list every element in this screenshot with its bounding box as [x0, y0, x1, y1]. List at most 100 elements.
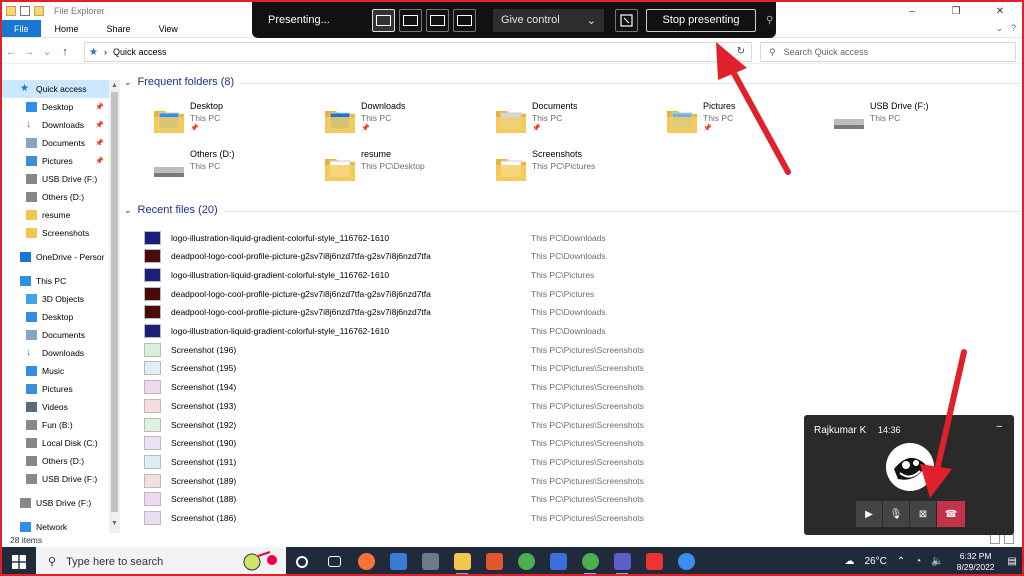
scrollbar-thumb[interactable] [111, 92, 118, 512]
windows-start-button[interactable] [2, 547, 36, 574]
folder-tile[interactable]: Pictures This PC 📌 [665, 101, 835, 141]
volume-icon[interactable]: 🔈 [931, 556, 943, 567]
sidebar-scrollbar[interactable]: ▲ ▼ [109, 80, 120, 533]
taskbar-app[interactable] [638, 547, 670, 574]
expand-ribbon-icon[interactable]: ⌄ [995, 23, 1003, 34]
frequent-folders-header[interactable]: ⌄ Frequent folders (8) [124, 76, 234, 88]
sidebar-item[interactable]: OneDrive - Persor [2, 248, 120, 266]
hang-up-button[interactable]: ☎ [937, 501, 965, 527]
weather-icon[interactable]: ☁ [844, 556, 854, 567]
taskbar-app[interactable] [542, 547, 574, 574]
mic-button[interactable]: 🎙 [883, 501, 909, 527]
recent-files-header[interactable]: ⌄ Recent files (20) [124, 204, 218, 216]
sidebar-item[interactable]: Fun (B:) [2, 416, 120, 434]
layout-reporter-button[interactable] [453, 8, 476, 32]
file-row[interactable]: logo-illustration-liquid-gradient-colorf… [144, 322, 1022, 341]
taskbar-app[interactable] [382, 547, 414, 574]
clock[interactable]: 6:32 PM 8/29/2022 [957, 551, 995, 573]
weather-temp[interactable]: 26°C [864, 556, 886, 567]
taskbar-app[interactable] [478, 547, 510, 574]
sidebar-item[interactable]: Documents 📌 [2, 134, 120, 152]
sidebar-item[interactable]: This PC [2, 272, 120, 290]
taskbar-app[interactable] [446, 547, 478, 574]
layout-content-only-button[interactable] [372, 8, 395, 32]
tab-view[interactable]: View [145, 20, 192, 37]
file-row[interactable]: Screenshot (196) This PC\Pictures\Screens… [144, 340, 1022, 359]
sidebar-item[interactable]: USB Drive (F:) [2, 170, 120, 188]
properties-icon[interactable] [20, 6, 30, 16]
pin-icon[interactable]: 📌 [95, 121, 104, 129]
layout-side-by-side-button[interactable] [426, 8, 449, 32]
minimize-button[interactable]: – [890, 2, 934, 20]
large-icons-view-icon[interactable] [1004, 534, 1014, 544]
sidebar-item[interactable]: ↓ Downloads [2, 344, 120, 362]
sidebar-item[interactable]: Local Disk (C:) [2, 434, 120, 452]
tab-file[interactable]: File [2, 20, 41, 37]
new-folder-icon[interactable] [34, 6, 44, 16]
search-input[interactable]: ⚲ Search Quick access [760, 42, 1016, 62]
camera-button[interactable]: ▶ [856, 501, 882, 527]
up-arrow-icon[interactable]: ↑ [56, 46, 74, 58]
sidebar-item[interactable]: ↓ Downloads 📌 [2, 116, 120, 134]
taskbar-app[interactable] [510, 547, 542, 574]
breadcrumb[interactable]: Quick access [113, 47, 167, 57]
file-row[interactable]: Screenshot (193) This PC\Pictures\Screens… [144, 396, 1022, 415]
file-row[interactable]: deadpool-logo-cool-profile-picture-g2sv7… [144, 303, 1022, 322]
sidebar-item[interactable]: Others (D:) [2, 188, 120, 206]
file-row[interactable]: logo-illustration-liquid-gradient-colorf… [144, 228, 1022, 247]
sidebar-item[interactable]: Desktop [2, 308, 120, 326]
chevron-up-icon[interactable]: ⌃ [897, 556, 905, 567]
pin-icon[interactable]: 📌 [95, 157, 104, 165]
stop-presenting-button[interactable]: Stop presenting [646, 8, 756, 32]
taskbar-app[interactable] [318, 547, 350, 574]
sidebar-item[interactable]: USB Drive (F:) [2, 470, 120, 488]
sidebar-item[interactable]: ★ Quick access [2, 80, 120, 98]
tab-home[interactable]: Home [41, 20, 93, 37]
sidebar-item[interactable]: Pictures 📌 [2, 152, 120, 170]
sidebar-item[interactable]: Videos [2, 398, 120, 416]
include-audio-button[interactable] [615, 8, 638, 32]
folder-tile[interactable]: resume This PC\Desktop [323, 149, 493, 189]
taskbar-search[interactable]: ⚲ Type here to search [36, 547, 286, 574]
give-control-dropdown[interactable]: Give control ⌄ [493, 8, 604, 32]
pin-icon[interactable]: ⚲ [766, 15, 773, 26]
sidebar-item[interactable]: Desktop 📌 [2, 98, 120, 116]
wifi-icon[interactable]: ◔ [915, 556, 921, 567]
taskbar-app[interactable] [350, 547, 382, 574]
forward-arrow-icon[interactable]: → [20, 46, 38, 58]
scroll-up-icon[interactable]: ▲ [109, 82, 120, 89]
sidebar-item[interactable]: Documents [2, 326, 120, 344]
folder-icon[interactable] [6, 6, 16, 16]
layout-standout-button[interactable] [399, 8, 422, 32]
scroll-down-icon[interactable]: ▼ [109, 520, 120, 527]
tab-share[interactable]: Share [93, 20, 145, 37]
folder-tile[interactable]: USB Drive (F:) This PC [832, 101, 1002, 141]
back-arrow-icon[interactable]: ← [2, 46, 20, 58]
taskbar-app[interactable] [606, 547, 638, 574]
sidebar-item[interactable]: Music [2, 362, 120, 380]
close-button[interactable]: ✕ [978, 2, 1022, 20]
folder-tile[interactable]: Desktop This PC 📌 [152, 101, 322, 141]
taskbar-app[interactable] [414, 547, 446, 574]
sidebar-item[interactable]: resume [2, 206, 120, 224]
details-view-icon[interactable] [990, 534, 1000, 544]
file-row[interactable]: deadpool-logo-cool-profile-picture-g2sv7… [144, 284, 1022, 303]
taskbar-app[interactable] [574, 547, 606, 574]
sidebar-item[interactable]: Pictures [2, 380, 120, 398]
pin-icon[interactable]: 📌 [95, 103, 104, 111]
taskbar-app[interactable] [670, 547, 702, 574]
address-bar[interactable]: ★ › Quick access ↻ [84, 42, 752, 62]
sidebar-item[interactable]: 3D Objects [2, 290, 120, 308]
file-row[interactable]: deadpool-logo-cool-profile-picture-g2sv7… [144, 247, 1022, 266]
recent-locations-icon[interactable]: ⌄ [38, 45, 56, 58]
pin-icon[interactable]: 📌 [95, 139, 104, 147]
sidebar-item[interactable]: Screenshots [2, 224, 120, 242]
share-button[interactable]: ⊠ [910, 501, 936, 527]
file-row[interactable]: logo-illustration-liquid-gradient-colorf… [144, 265, 1022, 284]
sidebar-item[interactable]: Network [2, 518, 120, 533]
folder-tile[interactable]: Screenshots This PC\Pictures [494, 149, 664, 189]
maximize-button[interactable]: ❐ [934, 2, 978, 20]
file-row[interactable]: Screenshot (194) This PC\Pictures\Screens… [144, 378, 1022, 397]
folder-tile[interactable]: Others (D:) This PC [152, 149, 322, 189]
sidebar-item[interactable]: Others (D:) [2, 452, 120, 470]
